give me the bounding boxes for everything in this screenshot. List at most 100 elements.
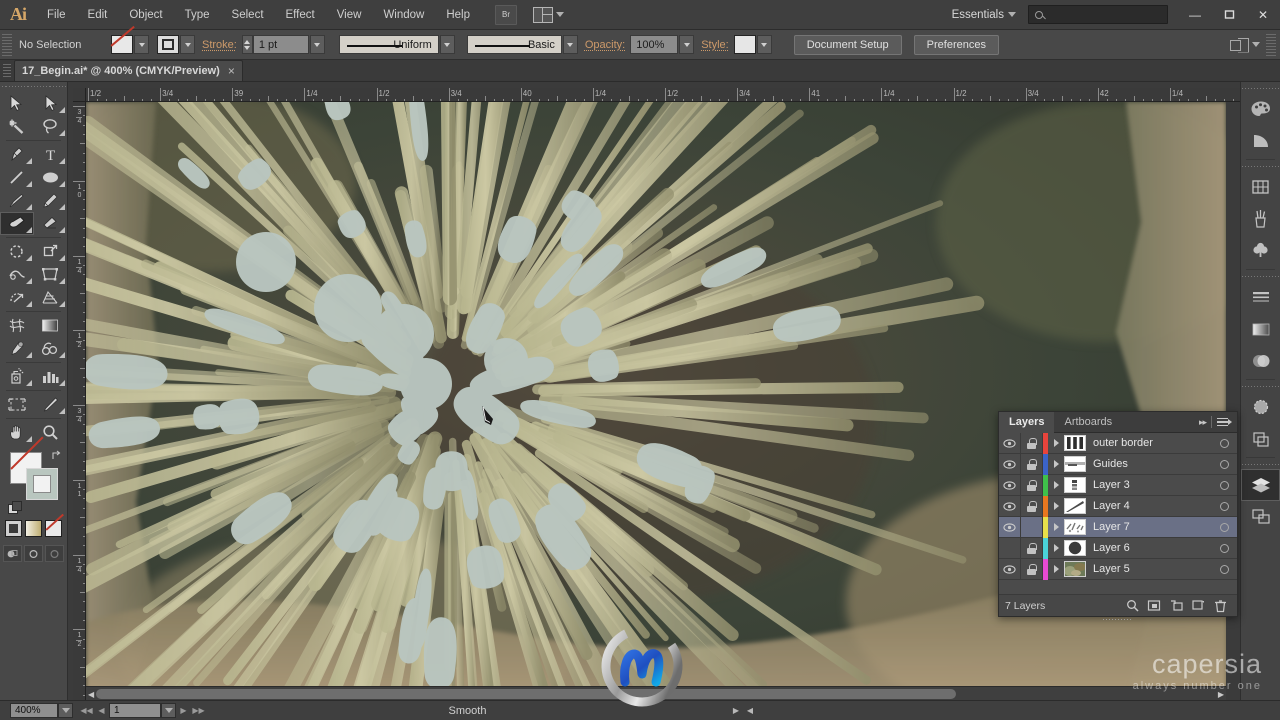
workspace-switcher[interactable]: Essentials (952, 9, 1008, 21)
appearance-panel-icon[interactable] (1241, 391, 1280, 423)
layer-target-indicator[interactable] (1211, 480, 1237, 490)
fill-dropdown[interactable] (134, 35, 149, 54)
tab-bar-grip[interactable] (3, 64, 11, 78)
graphic-styles-panel-icon[interactable] (1241, 423, 1280, 455)
menu-type[interactable]: Type (174, 0, 221, 30)
layer-name[interactable]: Layer 3 (1093, 479, 1211, 491)
stroke-weight-field[interactable]: 1 pt (252, 35, 309, 54)
menu-file[interactable]: File (36, 0, 77, 30)
brush-definition-dropdown[interactable] (562, 35, 578, 54)
type-tool[interactable]: T (34, 143, 68, 166)
tools-panel-grip[interactable] (0, 82, 67, 92)
transparency-panel-icon[interactable] (1241, 345, 1280, 377)
layer-name[interactable]: outer border (1093, 437, 1211, 449)
zoom-level-field[interactable]: 400% (10, 703, 58, 718)
stroke-dropdown[interactable] (180, 35, 195, 54)
locate-object-button[interactable] (1121, 597, 1143, 615)
swap-fill-stroke-icon[interactable] (51, 450, 63, 462)
layer-visibility-toggle[interactable] (999, 558, 1021, 580)
draw-behind-button[interactable] (24, 545, 43, 562)
artboards-panel-icon[interactable] (1241, 501, 1280, 533)
bridge-icon[interactable]: Br (495, 4, 517, 25)
layer-lock-toggle[interactable] (1021, 495, 1043, 517)
next-artboard-button[interactable]: ▶ (176, 703, 191, 718)
menu-select[interactable]: Select (221, 0, 275, 30)
stroke-weight-dropdown[interactable] (309, 35, 325, 54)
column-graph-tool[interactable] (34, 365, 68, 388)
layer-row[interactable]: Layer 4 (999, 495, 1237, 517)
dock-grip-2[interactable] (1241, 162, 1280, 171)
layer-lock-toggle[interactable] (1021, 474, 1043, 496)
gradient-panel-icon[interactable] (1241, 313, 1280, 345)
layer-visibility-toggle[interactable] (999, 537, 1021, 559)
blend-tool[interactable] (34, 337, 68, 360)
pen-tool[interactable] (0, 143, 34, 166)
create-new-layer-button[interactable] (1187, 597, 1209, 615)
menu-view[interactable]: View (326, 0, 373, 30)
stroke-profile-select[interactable]: Uniform (338, 35, 439, 54)
layer-lock-toggle[interactable] (1021, 516, 1043, 538)
stroke-swatch[interactable] (157, 35, 179, 54)
mesh-tool[interactable] (0, 314, 34, 337)
scale-tool[interactable] (34, 240, 68, 263)
layer-row[interactable]: Layer 7 (999, 516, 1237, 538)
layer-row[interactable]: outer border (999, 432, 1237, 454)
layers-panel[interactable]: Layers Artboards ▸▸ outer border Guides La… (998, 411, 1238, 623)
layer-visibility-toggle[interactable] (999, 516, 1021, 538)
make-clipping-mask-button[interactable] (1143, 597, 1165, 615)
stroke-profile-dropdown[interactable] (439, 35, 455, 54)
layer-lock-toggle[interactable] (1021, 558, 1043, 580)
selection-tool[interactable] (0, 92, 34, 115)
first-artboard-button[interactable]: ◀◀ (79, 703, 94, 718)
menu-effect[interactable]: Effect (275, 0, 326, 30)
pencil-tool[interactable] (34, 189, 68, 212)
artboard-tool[interactable] (0, 393, 34, 416)
menu-object[interactable]: Object (118, 0, 173, 30)
paintbrush-tool[interactable] (0, 189, 34, 212)
draw-normal-button[interactable] (3, 545, 22, 562)
tab-layers[interactable]: Layers (999, 411, 1055, 433)
dock-grip-3[interactable] (1241, 272, 1280, 281)
brush-definition-select[interactable]: Basic (466, 35, 562, 54)
last-artboard-button[interactable]: ▶▶ (191, 703, 206, 718)
color-panel-icon[interactable] (1241, 93, 1280, 125)
document-tab[interactable]: 17_Begin.ai* @ 400% (CMYK/Preview) × (14, 60, 243, 81)
layer-row[interactable]: Layer 6 (999, 537, 1237, 559)
layer-row[interactable]: Guides (999, 453, 1237, 475)
scroll-left-arrow-icon[interactable]: ◀ (88, 690, 94, 699)
graphic-style-swatch[interactable] (733, 35, 756, 54)
rotate-tool[interactable] (0, 240, 34, 263)
control-bar-right-grip[interactable] (1266, 33, 1276, 56)
slice-tool[interactable] (34, 393, 68, 416)
layer-visibility-toggle[interactable] (999, 495, 1021, 517)
layers-list[interactable]: outer border Guides Layer 3 Layer 4 Layer 7 L… (999, 432, 1237, 580)
status-resize-arrow-icon[interactable]: ◀ (743, 706, 757, 715)
stroke-panel-icon[interactable] (1241, 281, 1280, 313)
symbols-panel-icon[interactable] (1241, 235, 1280, 267)
style-label[interactable]: Style: (701, 39, 729, 51)
layer-visibility-toggle[interactable] (999, 453, 1021, 475)
horizontal-ruler[interactable]: 1/2 3/4 39 1/4 1/2 3/4 40 1/4 1/2 3/4 41 1/4 1/2 3/4 4… (86, 88, 1240, 102)
close-button[interactable]: ✕ (1246, 0, 1280, 30)
dock-grip[interactable] (1241, 84, 1280, 93)
menu-window[interactable]: Window (372, 0, 435, 30)
gradient-button[interactable] (25, 520, 42, 537)
artboard-number-field[interactable]: 1 (109, 703, 161, 718)
artboard-dropdown[interactable] (161, 703, 176, 718)
opacity-label[interactable]: Opacity: (585, 39, 625, 51)
layer-lock-toggle[interactable] (1021, 453, 1043, 475)
maximize-button[interactable] (1212, 0, 1246, 30)
swatches-panel-icon[interactable] (1241, 171, 1280, 203)
layer-target-indicator[interactable] (1211, 501, 1237, 511)
layer-expand-triangle[interactable] (1048, 481, 1064, 489)
layer-lock-toggle[interactable] (1021, 537, 1043, 559)
color-button[interactable] (5, 520, 22, 537)
dock-grip-5[interactable] (1241, 460, 1280, 469)
delete-selection-button[interactable] (1209, 597, 1231, 615)
ellipse-tool[interactable] (34, 166, 68, 189)
layer-expand-triangle[interactable] (1048, 439, 1064, 447)
control-overflow-chevron-icon[interactable] (1252, 42, 1260, 47)
lasso-tool[interactable] (34, 115, 68, 138)
layer-row[interactable]: Layer 3 (999, 474, 1237, 496)
layer-expand-triangle[interactable] (1048, 565, 1064, 573)
